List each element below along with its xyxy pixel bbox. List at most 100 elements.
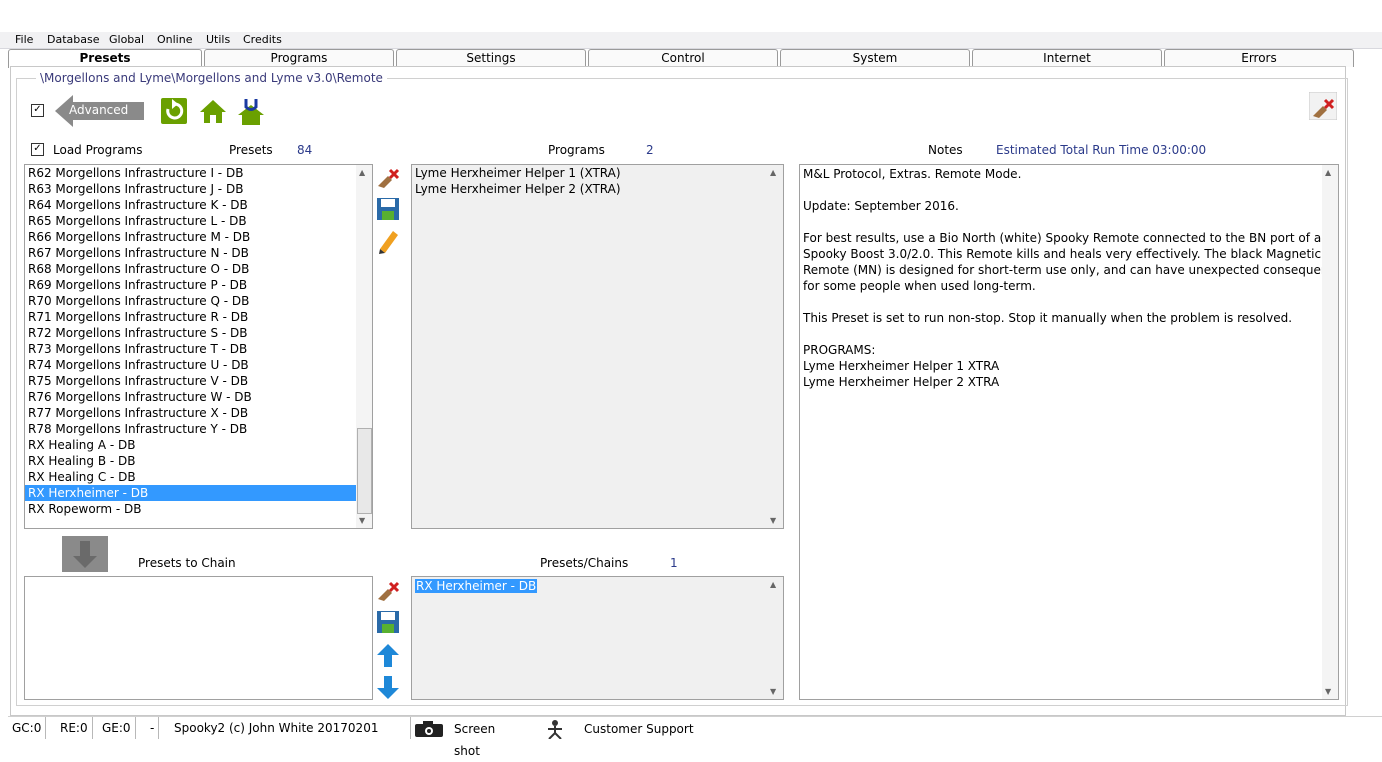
scroll-down-icon[interactable]: ▼ bbox=[770, 516, 776, 525]
status-ge: GE:0 bbox=[98, 717, 136, 739]
scroll-up-icon[interactable]: ▲ bbox=[359, 168, 365, 177]
notes-scrollbar[interactable]: ▲ ▼ bbox=[1322, 165, 1338, 699]
menu-file[interactable]: File bbox=[15, 33, 33, 46]
scroll-up-icon[interactable]: ▲ bbox=[770, 168, 776, 177]
preset-item[interactable]: R70 Morgellons Infrastructure Q - DB bbox=[25, 293, 372, 309]
preset-item[interactable]: R63 Morgellons Infrastructure J - DB bbox=[25, 181, 372, 197]
clear-chain-button[interactable] bbox=[373, 575, 403, 605]
preset-item[interactable]: R72 Morgellons Infrastructure S - DB bbox=[25, 325, 372, 341]
chains-scrollbar[interactable]: ▲ ▼ bbox=[767, 577, 783, 699]
scroll-up-icon[interactable]: ▲ bbox=[770, 580, 776, 589]
save-chain-button[interactable] bbox=[373, 607, 403, 637]
advanced-checkbox[interactable]: ✓ bbox=[31, 104, 44, 117]
preset-item[interactable]: RX Healing C - DB bbox=[25, 469, 372, 485]
preset-item[interactable]: R65 Morgellons Infrastructure L - DB bbox=[25, 213, 372, 229]
preset-item[interactable]: R71 Morgellons Infrastructure R - DB bbox=[25, 309, 372, 325]
screenshot-button[interactable]: Screen shot bbox=[412, 719, 528, 758]
preset-item[interactable]: R68 Morgellons Infrastructure O - DB bbox=[25, 261, 372, 277]
scroll-up-icon[interactable]: ▲ bbox=[1325, 168, 1331, 177]
notes-line: for some people when used long-term. bbox=[803, 279, 1036, 293]
preset-item[interactable]: R69 Morgellons Infrastructure P - DB bbox=[25, 277, 372, 293]
clear-preset-button[interactable] bbox=[1308, 91, 1338, 121]
advanced-button[interactable]: Advanced bbox=[55, 95, 145, 127]
scroll-down-icon[interactable]: ▼ bbox=[359, 516, 365, 525]
home-icon bbox=[200, 100, 226, 123]
preset-item[interactable]: R73 Morgellons Infrastructure T - DB bbox=[25, 341, 372, 357]
notes-line: M&L Protocol, Extras. Remote Mode. bbox=[803, 167, 1022, 181]
tab-internet[interactable]: Internet bbox=[972, 49, 1162, 67]
preset-item[interactable]: R77 Morgellons Infrastructure X - DB bbox=[25, 405, 372, 421]
preset-item[interactable]: R66 Morgellons Infrastructure M - DB bbox=[25, 229, 372, 245]
chain-item[interactable]: RX Herxheimer - DB bbox=[415, 579, 538, 593]
arrow-down-icon bbox=[73, 541, 97, 568]
notes-line: Update: September 2016. bbox=[803, 199, 959, 213]
notes-line: PROGRAMS: bbox=[803, 343, 876, 357]
programs-scrollbar[interactable]: ▲ ▼ bbox=[767, 165, 783, 528]
tab-errors[interactable]: Errors bbox=[1164, 49, 1354, 67]
chains-list[interactable]: RX Herxheimer - DB ▲ ▼ bbox=[411, 576, 784, 700]
scroll-down-icon[interactable]: ▼ bbox=[1325, 687, 1331, 696]
preset-item[interactable]: R75 Morgellons Infrastructure V - DB bbox=[25, 373, 372, 389]
notes-line: Spooky Boost 3.0/2.0. This Remote kills … bbox=[803, 247, 1322, 261]
status-gc: GC:0 bbox=[8, 717, 47, 739]
load-programs-label: Load Programs bbox=[53, 143, 143, 157]
preset-item[interactable]: R62 Morgellons Infrastructure I - DB bbox=[25, 165, 372, 181]
load-programs-checkbox[interactable]: ✓ bbox=[31, 143, 44, 156]
customer-support-button[interactable]: Customer Support bbox=[534, 719, 714, 739]
presets-count: 84 bbox=[297, 143, 313, 157]
preset-item[interactable]: R64 Morgellons Infrastructure K - DB bbox=[25, 197, 372, 213]
menu-online[interactable]: Online bbox=[157, 33, 192, 46]
tab-system[interactable]: System bbox=[780, 49, 970, 67]
preset-item[interactable]: R76 Morgellons Infrastructure W - DB bbox=[25, 389, 372, 405]
scroll-thumb[interactable] bbox=[357, 428, 372, 514]
home-button[interactable] bbox=[198, 96, 228, 126]
preset-item[interactable]: RX Healing B - DB bbox=[25, 453, 372, 469]
user-home-button[interactable] bbox=[236, 96, 266, 126]
pencil-icon bbox=[379, 231, 398, 254]
move-down-button[interactable] bbox=[373, 672, 403, 702]
notes-line: Lyme Herxheimer Helper 2 XTRA bbox=[803, 375, 1000, 389]
edit-preset-button[interactable] bbox=[373, 226, 403, 256]
menu-utils[interactable]: Utils bbox=[206, 33, 230, 46]
presets-to-chain-label: Presets to Chain bbox=[138, 556, 236, 570]
menu-credits[interactable]: Credits bbox=[243, 33, 282, 46]
notes-line bbox=[800, 214, 1338, 230]
support-person-icon bbox=[548, 720, 562, 739]
advanced-label: Advanced bbox=[69, 103, 129, 117]
status-bar: GC:0 RE:0 GE:0 - Spooky2 (c) John White … bbox=[8, 716, 1382, 758]
notes-line: For best results, use a Bio North (white… bbox=[803, 231, 1322, 245]
tab-control[interactable]: Control bbox=[588, 49, 778, 67]
notes-line: Lyme Herxheimer Helper 1 XTRA bbox=[803, 359, 1000, 373]
delete-preset-button[interactable] bbox=[373, 162, 403, 192]
refresh-button[interactable] bbox=[159, 96, 189, 126]
preset-item[interactable]: RX Herxheimer - DB bbox=[25, 485, 372, 501]
notes-box[interactable]: M&L Protocol, Extras. Remote Mode. Update… bbox=[799, 164, 1339, 700]
presets-scrollbar[interactable]: ▲ ▼ bbox=[356, 165, 372, 528]
broom-clear-icon bbox=[378, 581, 400, 601]
add-to-chain-button[interactable] bbox=[62, 536, 108, 572]
move-up-button[interactable] bbox=[373, 640, 403, 670]
menu-bar: File Database Global Online Utils Credit… bbox=[0, 32, 1382, 49]
broom-clear-icon bbox=[378, 168, 400, 188]
presets-to-chain-list[interactable] bbox=[24, 576, 373, 700]
program-item[interactable]: Lyme Herxheimer Helper 1 (XTRA) bbox=[412, 165, 783, 181]
programs-count: 2 bbox=[646, 143, 654, 157]
programs-list[interactable]: Lyme Herxheimer Helper 1 (XTRA) Lyme Herx… bbox=[411, 164, 784, 529]
tab-programs[interactable]: Programs bbox=[204, 49, 394, 67]
arrow-down-icon bbox=[377, 676, 399, 699]
preset-item[interactable]: RX Healing A - DB bbox=[25, 437, 372, 453]
menu-global[interactable]: Global bbox=[109, 33, 144, 46]
preset-item[interactable]: R67 Morgellons Infrastructure N - DB bbox=[25, 245, 372, 261]
preset-item[interactable]: R78 Morgellons Infrastructure Y - DB bbox=[25, 421, 372, 437]
notes-label: Notes bbox=[928, 143, 963, 157]
scroll-down-icon[interactable]: ▼ bbox=[770, 687, 776, 696]
save-preset-button[interactable] bbox=[373, 194, 403, 224]
menu-database[interactable]: Database bbox=[47, 33, 100, 46]
presets-list[interactable]: R62 Morgellons Infrastructure I - DB R63 … bbox=[24, 164, 373, 529]
program-item[interactable]: Lyme Herxheimer Helper 2 (XTRA) bbox=[412, 181, 783, 197]
preset-item[interactable]: R74 Morgellons Infrastructure U - DB bbox=[25, 357, 372, 373]
notes-line bbox=[800, 182, 1338, 198]
preset-item[interactable]: RX Ropeworm - DB bbox=[25, 501, 372, 517]
tab-settings[interactable]: Settings bbox=[396, 49, 586, 67]
notes-line bbox=[800, 326, 1338, 342]
